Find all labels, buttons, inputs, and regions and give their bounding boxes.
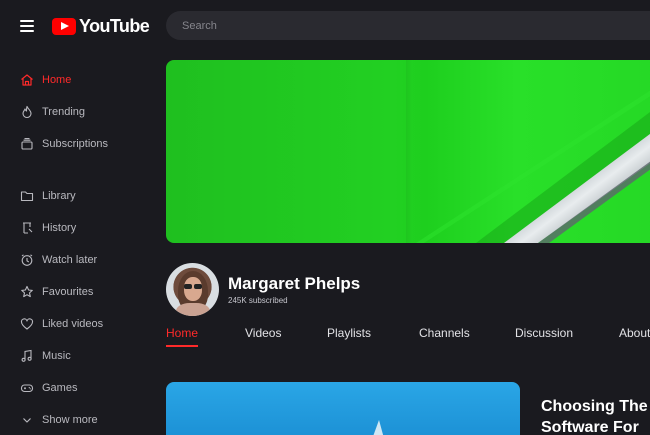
subscriber-count: 245K subscribed bbox=[228, 296, 288, 305]
sidebar-item-label: Liked videos bbox=[42, 318, 104, 330]
sidebar-item-trending[interactable]: Trending bbox=[0, 96, 150, 128]
star-icon bbox=[20, 285, 34, 299]
search-input[interactable] bbox=[166, 11, 650, 40]
video-title-line: Choosing The bbox=[541, 398, 648, 415]
video-title-line: Software For bbox=[541, 419, 639, 435]
logo-text: YouTube bbox=[79, 15, 150, 36]
home-icon bbox=[20, 73, 34, 87]
tab-home[interactable]: Home bbox=[166, 326, 199, 347]
sidebar-item-home[interactable]: Home bbox=[0, 64, 150, 96]
channel-tabs: Home Videos Playlists Channels Discussio… bbox=[166, 326, 650, 348]
sidebar-item-liked-videos[interactable]: Liked videos bbox=[0, 308, 150, 340]
sidebar-item-watch-later[interactable]: Watch later bbox=[0, 244, 150, 276]
sidebar-item-label: Subscriptions bbox=[42, 138, 109, 150]
sidebar-item-label: Games bbox=[42, 382, 78, 394]
thumbnail-graphic bbox=[371, 420, 385, 435]
sidebar-item-label: Trending bbox=[42, 106, 86, 118]
tab-videos[interactable]: Videos bbox=[245, 326, 281, 345]
sidebar-item-music[interactable]: Music bbox=[0, 340, 150, 372]
sidebar-nav: Home Trending Subscriptions Library Hist… bbox=[0, 64, 150, 435]
sidebar-item-label: Library bbox=[42, 190, 76, 202]
sidebar: YouTube Home Trending Subscriptions Libr… bbox=[0, 0, 150, 435]
sidebar-item-label: Music bbox=[42, 350, 71, 362]
sidebar-item-history[interactable]: History bbox=[0, 212, 150, 244]
tab-discussion[interactable]: Discussion bbox=[515, 326, 573, 345]
sidebar-item-show-more[interactable]: Show more bbox=[0, 404, 150, 435]
tab-channels[interactable]: Channels bbox=[419, 326, 470, 345]
folder-icon bbox=[20, 189, 34, 203]
nav-separator bbox=[0, 160, 150, 180]
sidebar-item-label: Favourites bbox=[42, 286, 94, 298]
heart-icon bbox=[20, 317, 34, 331]
youtube-logo[interactable]: YouTube bbox=[52, 15, 150, 37]
tab-about[interactable]: About bbox=[619, 326, 650, 345]
gamepad-icon bbox=[20, 381, 34, 395]
avatar-face bbox=[184, 277, 202, 301]
subscriptions-icon bbox=[20, 137, 34, 151]
sidebar-item-subscriptions[interactable]: Subscriptions bbox=[0, 128, 150, 160]
banner-pole-graphic bbox=[416, 90, 650, 243]
clock-icon bbox=[20, 253, 34, 267]
sidebar-item-label: History bbox=[42, 222, 77, 234]
sidebar-item-label: Show more bbox=[42, 414, 98, 426]
history-icon bbox=[20, 221, 34, 235]
music-icon bbox=[20, 349, 34, 363]
avatar-shirt bbox=[176, 303, 210, 316]
flame-icon bbox=[20, 105, 34, 119]
avatar-sunglasses bbox=[184, 284, 202, 289]
logo-area: YouTube bbox=[20, 14, 150, 38]
sidebar-item-games[interactable]: Games bbox=[0, 372, 150, 404]
video-thumbnail[interactable] bbox=[166, 382, 520, 435]
sidebar-item-label: Watch later bbox=[42, 254, 98, 266]
tab-playlists[interactable]: Playlists bbox=[327, 326, 371, 345]
play-icon bbox=[52, 17, 76, 35]
sidebar-item-library[interactable]: Library bbox=[0, 180, 150, 212]
channel-banner bbox=[166, 60, 650, 243]
video-title[interactable]: Choosing The Software For bbox=[541, 396, 650, 435]
avatar[interactable] bbox=[166, 263, 219, 316]
hamburger-menu-icon[interactable] bbox=[20, 20, 34, 32]
channel-name: Margaret Phelps bbox=[228, 274, 361, 293]
sidebar-item-favourites[interactable]: Favourites bbox=[0, 276, 150, 308]
chevron-down-icon bbox=[20, 413, 34, 427]
sidebar-item-label: Home bbox=[42, 74, 72, 86]
